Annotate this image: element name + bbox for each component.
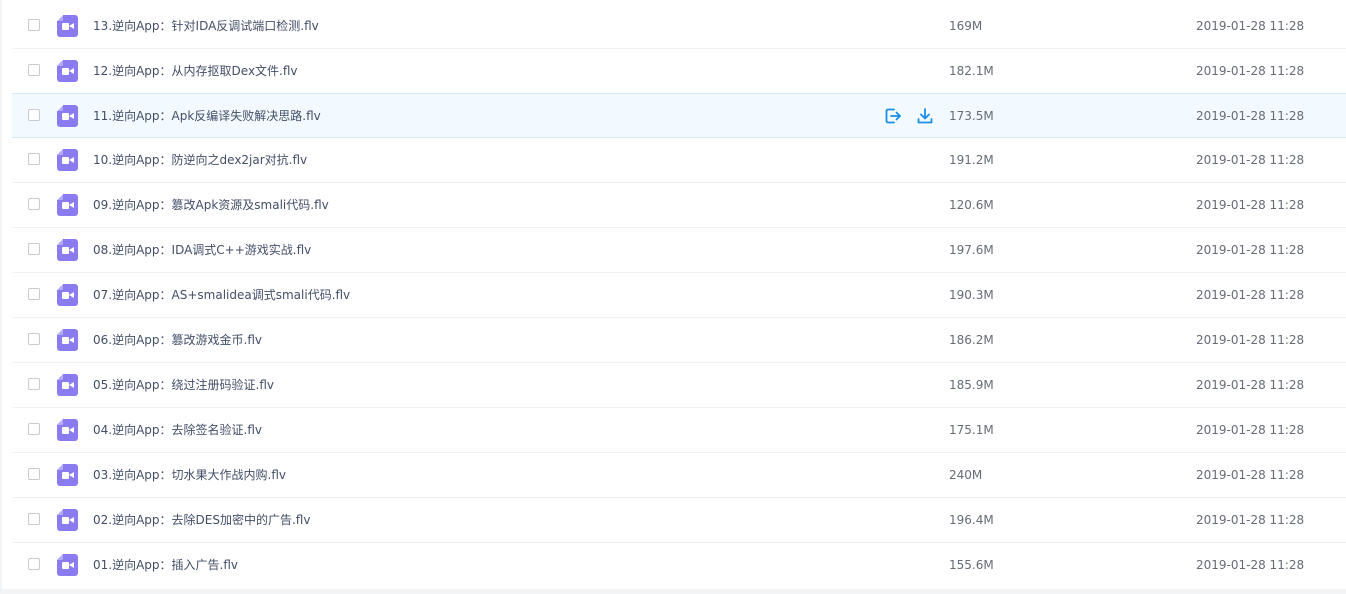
file-row[interactable]: 07.逆向App：AS+smalidea调式smali代码.flv 190.3M… [12, 273, 1346, 318]
file-row[interactable]: 09.逆向App：篡改Apk资源及smali代码.flv 120.6M 2019… [12, 183, 1346, 228]
file-date: 2019-01-28 11:28 [1196, 198, 1305, 212]
file-size: 196.4M [949, 513, 994, 527]
row-checkbox[interactable] [28, 64, 40, 76]
row-checkbox[interactable] [28, 243, 40, 255]
file-name[interactable]: 10.逆向App：防逆向之dex2jar对抗.flv [93, 152, 307, 168]
file-name[interactable]: 13.逆向App：针对IDA反调试端口检测.flv [93, 18, 319, 34]
video-file-icon [57, 105, 78, 127]
file-date: 2019-01-28 11:28 [1196, 468, 1305, 482]
file-size: 185.9M [949, 378, 994, 392]
file-list: 13.逆向App：针对IDA反调试端口检测.flv 169M 2019-01-2… [12, 4, 1346, 587]
file-row[interactable]: 08.逆向App：IDA调式C++游戏实战.flv 197.6M 2019-01… [12, 228, 1346, 273]
row-checkbox[interactable] [28, 109, 40, 121]
file-size: 173.5M [949, 109, 994, 123]
file-date: 2019-01-28 11:28 [1196, 19, 1305, 33]
row-checkbox[interactable] [28, 198, 40, 210]
file-row[interactable]: 04.逆向App：去除签名验证.flv 175.1M 2019-01-28 11… [12, 408, 1346, 453]
row-checkbox[interactable] [28, 153, 40, 165]
video-file-icon [57, 194, 78, 216]
file-name[interactable]: 07.逆向App：AS+smalidea调式smali代码.flv [93, 287, 350, 303]
file-date: 2019-01-28 11:28 [1196, 423, 1305, 437]
video-file-icon [57, 329, 78, 351]
row-checkbox[interactable] [28, 513, 40, 525]
file-name[interactable]: 11.逆向App：Apk反编译失败解决思路.flv [93, 108, 321, 124]
row-checkbox[interactable] [28, 333, 40, 345]
row-checkbox[interactable] [28, 558, 40, 570]
file-size: 175.1M [949, 423, 994, 437]
file-date: 2019-01-28 11:28 [1196, 153, 1305, 167]
file-list-panel: 13.逆向App：针对IDA反调试端口检测.flv 169M 2019-01-2… [2, 0, 1346, 589]
row-checkbox[interactable] [28, 378, 40, 390]
row-checkbox[interactable] [28, 423, 40, 435]
video-file-icon [57, 374, 78, 396]
file-size: 191.2M [949, 153, 994, 167]
file-row[interactable]: 12.逆向App：从内存抠取Dex文件.flv 182.1M 2019-01-2… [12, 49, 1346, 94]
video-file-icon [57, 554, 78, 576]
file-name[interactable]: 12.逆向App：从内存抠取Dex文件.flv [93, 63, 298, 79]
file-date: 2019-01-28 11:28 [1196, 513, 1305, 527]
file-name[interactable]: 08.逆向App：IDA调式C++游戏实战.flv [93, 242, 311, 258]
video-file-icon [57, 284, 78, 306]
download-icon[interactable] [916, 107, 934, 125]
video-file-icon [57, 149, 78, 171]
file-row[interactable]: 02.逆向App：去除DES加密中的广告.flv 196.4M 2019-01-… [12, 498, 1346, 543]
file-row[interactable]: 03.逆向App：切水果大作战内购.flv 240M 2019-01-28 11… [12, 453, 1346, 498]
row-checkbox[interactable] [28, 19, 40, 31]
file-date: 2019-01-28 11:28 [1196, 333, 1305, 347]
file-size: 182.1M [949, 64, 994, 78]
file-size: 169M [949, 19, 983, 33]
file-name[interactable]: 03.逆向App：切水果大作战内购.flv [93, 467, 286, 483]
file-date: 2019-01-28 11:28 [1196, 378, 1305, 392]
file-name[interactable]: 04.逆向App：去除签名验证.flv [93, 422, 262, 438]
file-date: 2019-01-28 11:28 [1196, 109, 1305, 123]
file-size: 197.6M [949, 243, 994, 257]
row-checkbox[interactable] [28, 468, 40, 480]
share-icon[interactable] [884, 107, 902, 125]
video-file-icon [57, 15, 78, 37]
file-date: 2019-01-28 11:28 [1196, 288, 1305, 302]
video-file-icon [57, 60, 78, 82]
video-file-icon [57, 419, 78, 441]
file-date: 2019-01-28 11:28 [1196, 558, 1305, 572]
row-checkbox[interactable] [28, 288, 40, 300]
video-file-icon [57, 239, 78, 261]
file-date: 2019-01-28 11:28 [1196, 64, 1305, 78]
video-file-icon [57, 464, 78, 486]
file-row-hovered[interactable]: 11.逆向App：Apk反编译失败解决思路.flv 173.5M 2019-01… [12, 93, 1346, 138]
file-size: 190.3M [949, 288, 994, 302]
file-row[interactable]: 10.逆向App：防逆向之dex2jar对抗.flv 191.2M 2019-0… [12, 138, 1346, 183]
file-date: 2019-01-28 11:28 [1196, 243, 1305, 257]
file-size: 240M [949, 468, 983, 482]
file-size: 120.6M [949, 198, 994, 212]
file-name[interactable]: 01.逆向App：插入广告.flv [93, 557, 238, 573]
file-name[interactable]: 02.逆向App：去除DES加密中的广告.flv [93, 512, 310, 528]
file-row[interactable]: 06.逆向App：篡改游戏金币.flv 186.2M 2019-01-28 11… [12, 318, 1346, 363]
file-row[interactable]: 13.逆向App：针对IDA反调试端口检测.flv 169M 2019-01-2… [12, 4, 1346, 49]
file-name[interactable]: 09.逆向App：篡改Apk资源及smali代码.flv [93, 197, 329, 213]
file-name[interactable]: 06.逆向App：篡改游戏金币.flv [93, 332, 262, 348]
video-file-icon [57, 509, 78, 531]
file-name[interactable]: 05.逆向App：绕过注册码验证.flv [93, 377, 274, 393]
file-size: 155.6M [949, 558, 994, 572]
file-row[interactable]: 01.逆向App：插入广告.flv 155.6M 2019-01-28 11:2… [12, 543, 1346, 587]
file-row[interactable]: 05.逆向App：绕过注册码验证.flv 185.9M 2019-01-28 1… [12, 363, 1346, 408]
file-size: 186.2M [949, 333, 994, 347]
